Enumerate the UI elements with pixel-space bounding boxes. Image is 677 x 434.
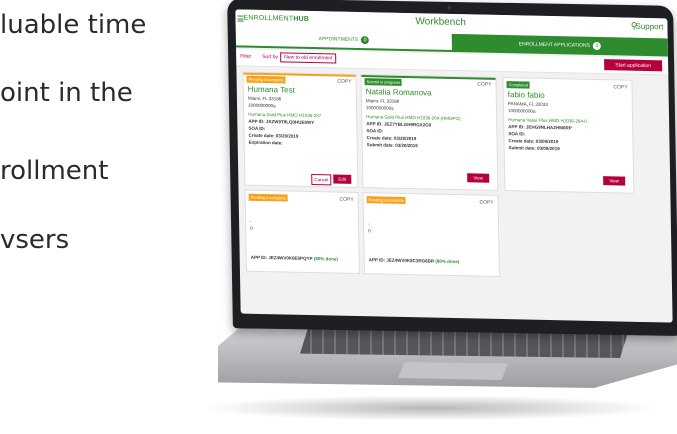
status-badge: Pending incomplete (246, 75, 286, 84)
application-card: Pending incomplete COPY - 0 APP ID: JEZ4… (362, 192, 500, 277)
application-card: Completed COPY fabio fabio PANAMA, FL 33… (502, 77, 635, 194)
plan-name: Humana Gold Plus HMO H1036-237 (248, 111, 322, 119)
progress-text: (80% done) (313, 256, 338, 262)
applicant-phone: 1000000000a (248, 102, 276, 109)
camera-icon (447, 5, 452, 10)
support-link[interactable]: Support (635, 22, 663, 32)
tab-appointments-label: APPOINTMENTS (318, 36, 359, 43)
application-card: Pending incomplete COPY - 0 APP ID: JEZ4… (244, 189, 360, 275)
applicant-location: Miami, FL 33186 (247, 95, 282, 102)
start-application-button[interactable]: Start application (604, 59, 663, 72)
brand-suffix: HUB (293, 15, 310, 23)
brand-logo: ENROLLMENTHUB (243, 15, 309, 23)
app-id-value: APP ID: JEZ4WV0K8E0PQYP (250, 254, 313, 262)
status-badge: Submit in progress (364, 78, 402, 86)
cancel-button[interactable]: Cancel (311, 174, 332, 186)
copy-button[interactable]: COPY (477, 81, 491, 87)
status-badge: Pending incomplete (248, 193, 288, 202)
view-button[interactable]: View (603, 176, 626, 186)
tab-appointments[interactable]: APPOINTMENTS 0 (235, 29, 453, 52)
copy-button[interactable]: COPY (613, 84, 627, 90)
app-id-value: APP ID: JEZ4WV0K8C3RG6BR (368, 257, 435, 264)
submit-date: Submit date: 03/09/2019 (508, 145, 560, 152)
copy-button[interactable]: COPY (337, 79, 351, 85)
tab-enrollment-count: 0 (592, 41, 602, 51)
applicant-line-2: 0 (368, 228, 371, 234)
view-button[interactable]: View (467, 173, 490, 183)
expiration-date: Expiration date: (248, 139, 283, 146)
copy-button[interactable]: COPY (479, 200, 493, 206)
progress-text: (80% done) (435, 258, 460, 265)
background-text-1: luable time (0, 10, 147, 40)
applicant-line-1: - (250, 218, 252, 224)
brand-prefix: ENROLLMENT (243, 14, 294, 23)
applicant-name: Natalia Romanova (365, 87, 432, 98)
applicant-line-2: 0 (250, 225, 253, 231)
applicant-name: fabio fabio (507, 90, 545, 100)
background-text-3: rollment (0, 156, 109, 186)
status-badge: Pending incomplete (366, 196, 406, 204)
app-id: APP ID: JXZW9T9LQ0HUE0WY (248, 118, 315, 126)
applicant-phone: 1000000000a (365, 105, 394, 111)
filter-button[interactable]: Filter (240, 54, 251, 60)
application-card: Submit in progress COPY Natalia Romanova… (360, 74, 499, 191)
sort-label: Sort by (262, 53, 279, 61)
application-card: Pending incomplete COPY Humana Test Miam… (242, 71, 359, 189)
trackpad (398, 362, 508, 380)
background-text-2: oint in the (0, 78, 133, 108)
screen: ENROLLMENTHUB Workbench ⚲ Support APPOIN… (235, 9, 673, 323)
copy-button[interactable]: COPY (339, 197, 353, 203)
create-date: Create date: 03/20/2019 (248, 132, 299, 139)
background-text-4: vsers (0, 225, 70, 255)
app-id: APP ID: JEZ4WV0K8E0PQYP (80% done) (251, 255, 359, 262)
soa-id: SOA ID: (248, 125, 266, 132)
edit-button[interactable]: Edit (333, 174, 352, 184)
tab-enrollment-applications[interactable]: ENROLLMENT APPLICATIONS 0 (451, 33, 668, 57)
applicant-name: Humana Test (247, 84, 295, 95)
tab-enrollment-label: ENROLLMENT APPLICATIONS (518, 41, 590, 49)
app-id: APP ID: JEZ4WV0K8C3RG6BR (80% done) (369, 257, 499, 265)
page-title: Workbench (415, 16, 466, 29)
submit-date: Submit date: 03/20/2019 (366, 142, 418, 149)
laptop-shadow (200, 395, 660, 421)
sort-select[interactable]: New to old enrollment (280, 52, 337, 64)
status-badge: Completed (506, 81, 530, 89)
tab-appointments-count: 0 (360, 36, 370, 45)
applicant-phone: 1000000000a (507, 108, 536, 114)
